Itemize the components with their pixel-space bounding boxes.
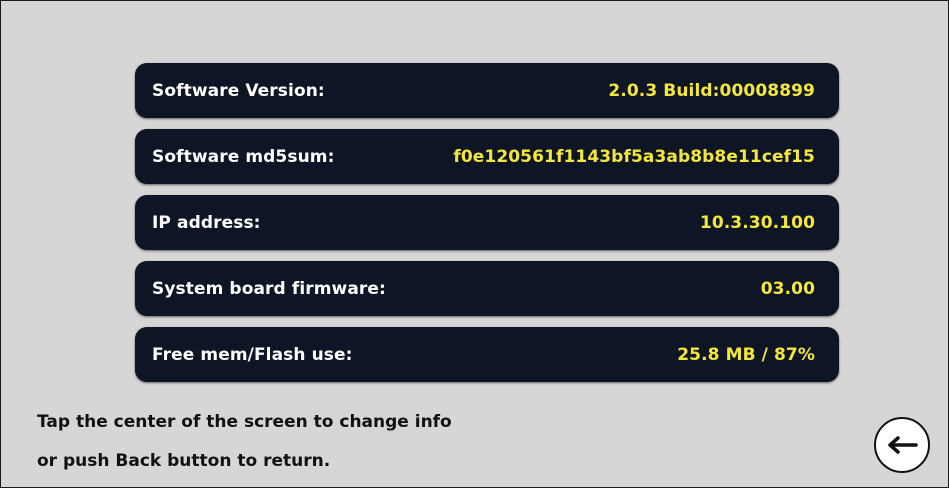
- system-board-firmware-label: System board firmware:: [152, 278, 386, 299]
- ip-address-value: 10.3.30.100: [699, 212, 815, 233]
- system-board-firmware-row[interactable]: System board firmware: 03.00: [135, 261, 839, 316]
- instruction-line-2: or push Back button to return.: [37, 451, 331, 471]
- software-version-label: Software Version:: [152, 80, 325, 101]
- device-info-screen[interactable]: Software Version: 2.0.3 Build:00008899 S…: [0, 0, 949, 488]
- software-md5sum-label: Software md5sum:: [152, 146, 335, 167]
- arrow-left-icon: [885, 435, 919, 455]
- system-board-firmware-value: 03.00: [760, 278, 815, 299]
- free-mem-flash-row[interactable]: Free mem/Flash use: 25.8 MB / 87%: [135, 327, 839, 382]
- info-list[interactable]: Software Version: 2.0.3 Build:00008899 S…: [135, 63, 839, 382]
- software-version-row[interactable]: Software Version: 2.0.3 Build:00008899: [135, 63, 839, 118]
- free-mem-flash-value: 25.8 MB / 87%: [677, 344, 815, 365]
- software-version-value: 2.0.3 Build:00008899: [608, 80, 815, 101]
- back-button[interactable]: [874, 417, 930, 473]
- free-mem-flash-label: Free mem/Flash use:: [152, 344, 353, 365]
- software-md5sum-row[interactable]: Software md5sum: f0e120561f1143bf5a3ab8b…: [135, 129, 839, 184]
- ip-address-label: IP address:: [152, 212, 261, 233]
- software-md5sum-value: f0e120561f1143bf5a3ab8b8e11cef15: [453, 146, 815, 167]
- ip-address-row[interactable]: IP address: 10.3.30.100: [135, 195, 839, 250]
- instruction-line-1: Tap the center of the screen to change i…: [37, 412, 452, 432]
